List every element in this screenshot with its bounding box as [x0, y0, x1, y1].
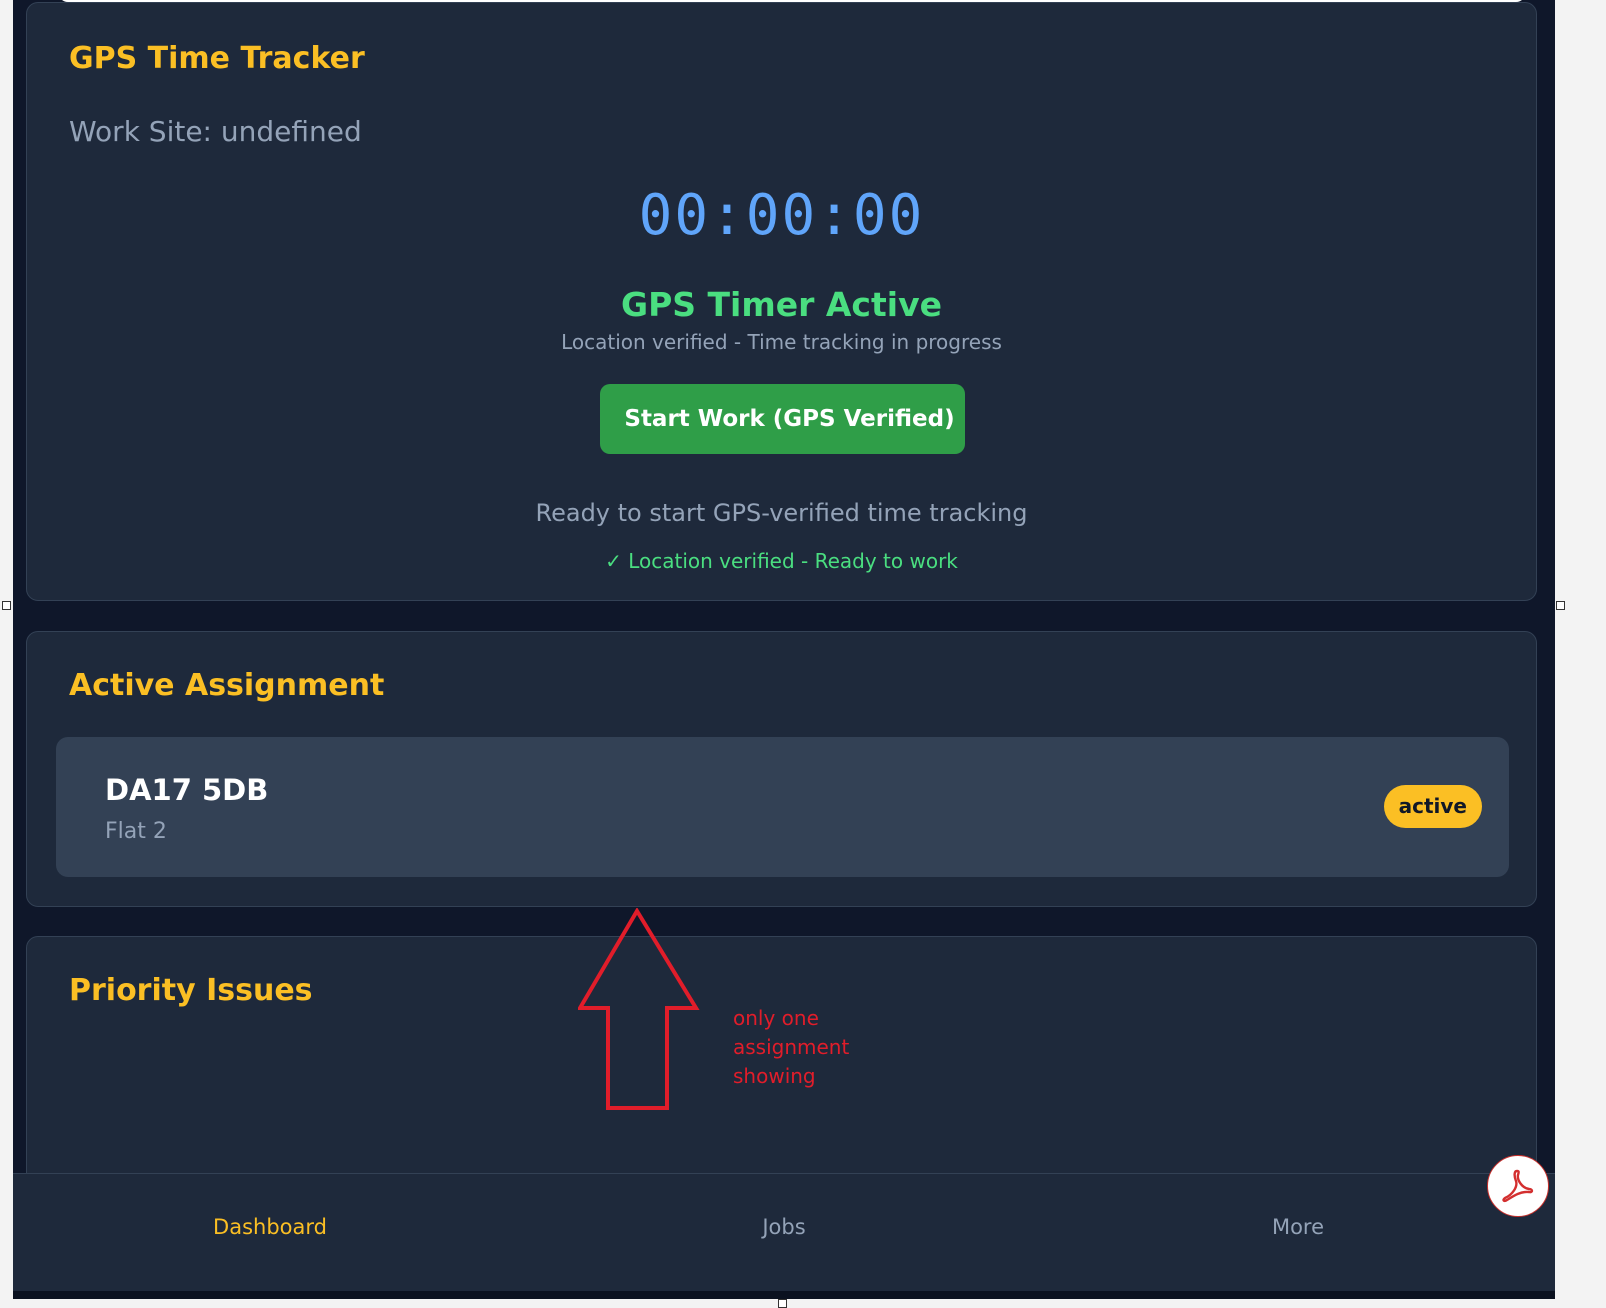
pdf-icon — [1502, 1169, 1534, 1203]
app-frame: GPS Time Tracker Work Site: undefined 00… — [13, 0, 1555, 1299]
assignment-item[interactable]: DA17 5DB Flat 2 active — [56, 737, 1509, 877]
bottom-navigation: Dashboard Jobs More — [13, 1173, 1555, 1299]
location-verified-message: ✓ Location verified - Ready to work — [605, 549, 958, 573]
nav-item-more[interactable]: More — [1041, 1174, 1555, 1280]
active-assignment-title: Active Assignment — [69, 668, 385, 703]
bottom-edge-bar — [13, 1291, 1555, 1299]
gps-time-tracker-card: GPS Time Tracker Work Site: undefined 00… — [26, 2, 1537, 601]
timer-status: GPS Timer Active — [621, 285, 942, 324]
nav-item-jobs[interactable]: Jobs — [527, 1174, 1041, 1280]
active-assignment-card: Active Assignment DA17 5DB Flat 2 active — [26, 631, 1537, 907]
priority-issues-title: Priority Issues — [69, 973, 313, 1008]
start-work-button[interactable]: Start Work (GPS Verified) — [600, 384, 965, 454]
gps-tracker-title: GPS Time Tracker — [69, 41, 365, 76]
ready-message: Ready to start GPS-verified time trackin… — [535, 499, 1028, 527]
pdf-button[interactable] — [1487, 1155, 1549, 1217]
work-site-label: Work Site: undefined — [69, 115, 362, 148]
resize-handle-right[interactable] — [1556, 601, 1565, 610]
assignment-postcode: DA17 5DB — [105, 773, 269, 807]
assignment-flat: Flat 2 — [105, 819, 167, 844]
timer-status-detail: Location verified - Time tracking in pro… — [561, 330, 1002, 354]
annotation-up-arrow — [578, 908, 700, 1110]
resize-handle-bottom[interactable] — [778, 1299, 787, 1308]
timer-display: 00:00:00 — [638, 183, 925, 248]
annotation-note: only one assignment showing — [733, 1006, 850, 1088]
status-badge: active — [1383, 785, 1482, 828]
resize-handle-left[interactable] — [2, 601, 11, 610]
nav-item-dashboard[interactable]: Dashboard — [13, 1174, 527, 1280]
